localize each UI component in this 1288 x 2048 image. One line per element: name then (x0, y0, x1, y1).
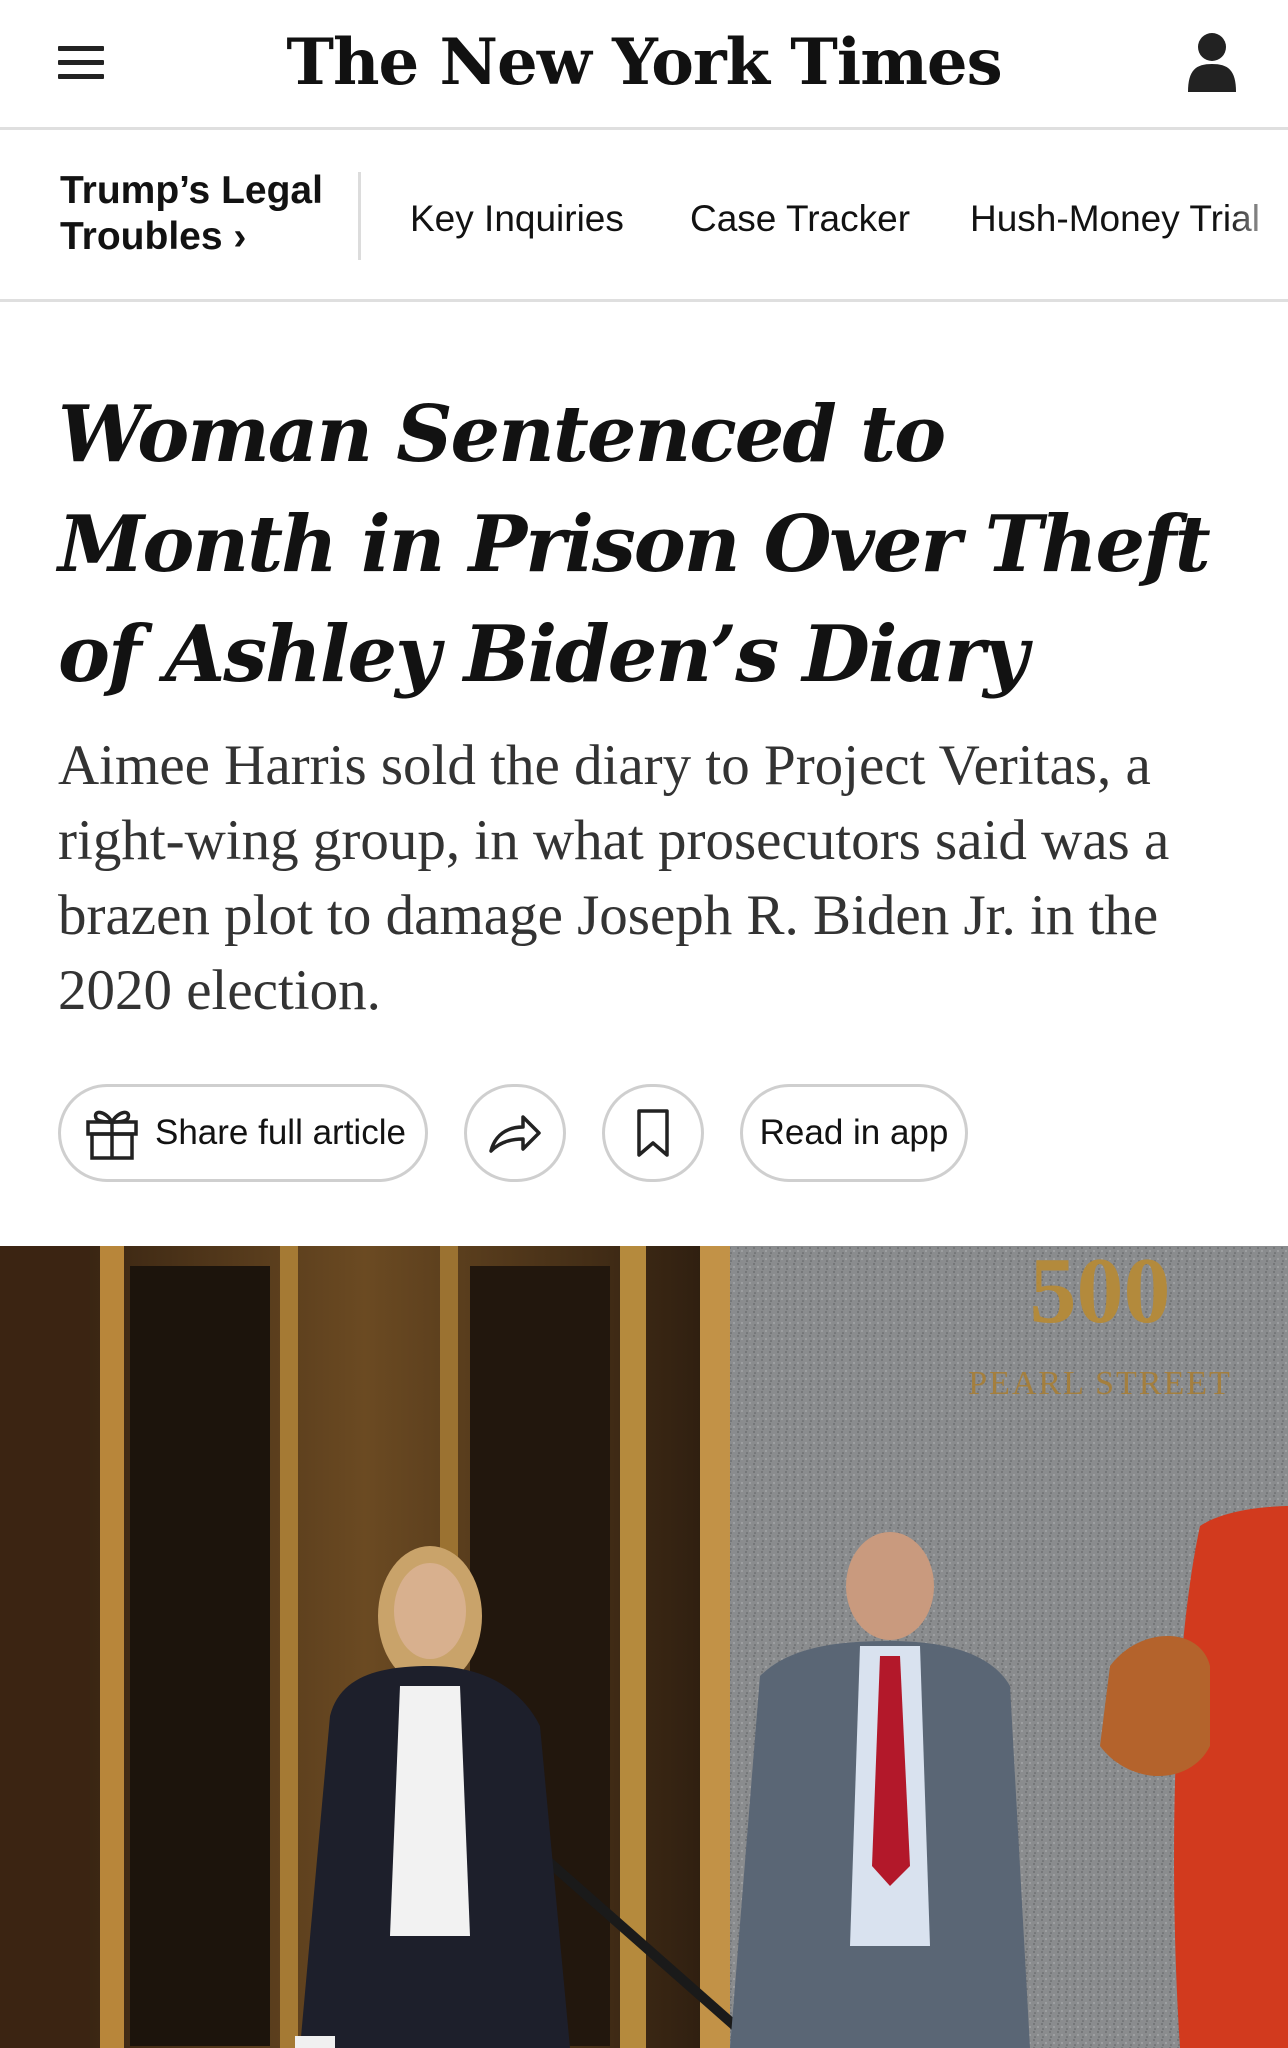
nav-link-hush-money-trial[interactable]: Hush-Money Trial (970, 196, 1260, 242)
share-full-article-button[interactable]: Share full article (58, 1084, 428, 1182)
article-photo: 500 PEARL STREET (0, 1246, 1288, 2048)
building-sign-street: PEARL STREET (968, 1365, 1232, 1402)
share-arrow-icon (489, 1115, 541, 1153)
section-nav: Trump’s Legal Troubles › Key Inquiries C… (0, 130, 1288, 302)
person-account-icon[interactable] (1184, 30, 1240, 94)
section-title-link[interactable]: Trump’s Legal Troubles › (60, 168, 340, 260)
bookmark-icon (637, 1109, 669, 1157)
gift-icon (86, 1110, 138, 1160)
read-in-app-label: Read in app (759, 1113, 949, 1152)
article-headline: Woman Sentenced to Month in Prison Over … (58, 389, 1211, 700)
read-in-app-button[interactable]: Read in app (740, 1084, 968, 1182)
share-arrow-button[interactable] (464, 1084, 566, 1182)
nav-link-case-tracker[interactable]: Case Tracker (690, 196, 910, 242)
masthead-logo[interactable]: The New York Times (0, 18, 1288, 108)
save-bookmark-button[interactable] (602, 1084, 704, 1182)
share-button-label: Share full article (155, 1113, 406, 1152)
nav-divider (358, 172, 361, 260)
nav-scroll-fade (1228, 130, 1288, 299)
article-summary: Aimee Harris sold the diary to Project V… (58, 734, 1170, 1022)
building-sign-number: 500 (1030, 1246, 1171, 1343)
nav-link-key-inquiries[interactable]: Key Inquiries (410, 196, 624, 242)
top-bar: The New York Times (0, 0, 1288, 130)
